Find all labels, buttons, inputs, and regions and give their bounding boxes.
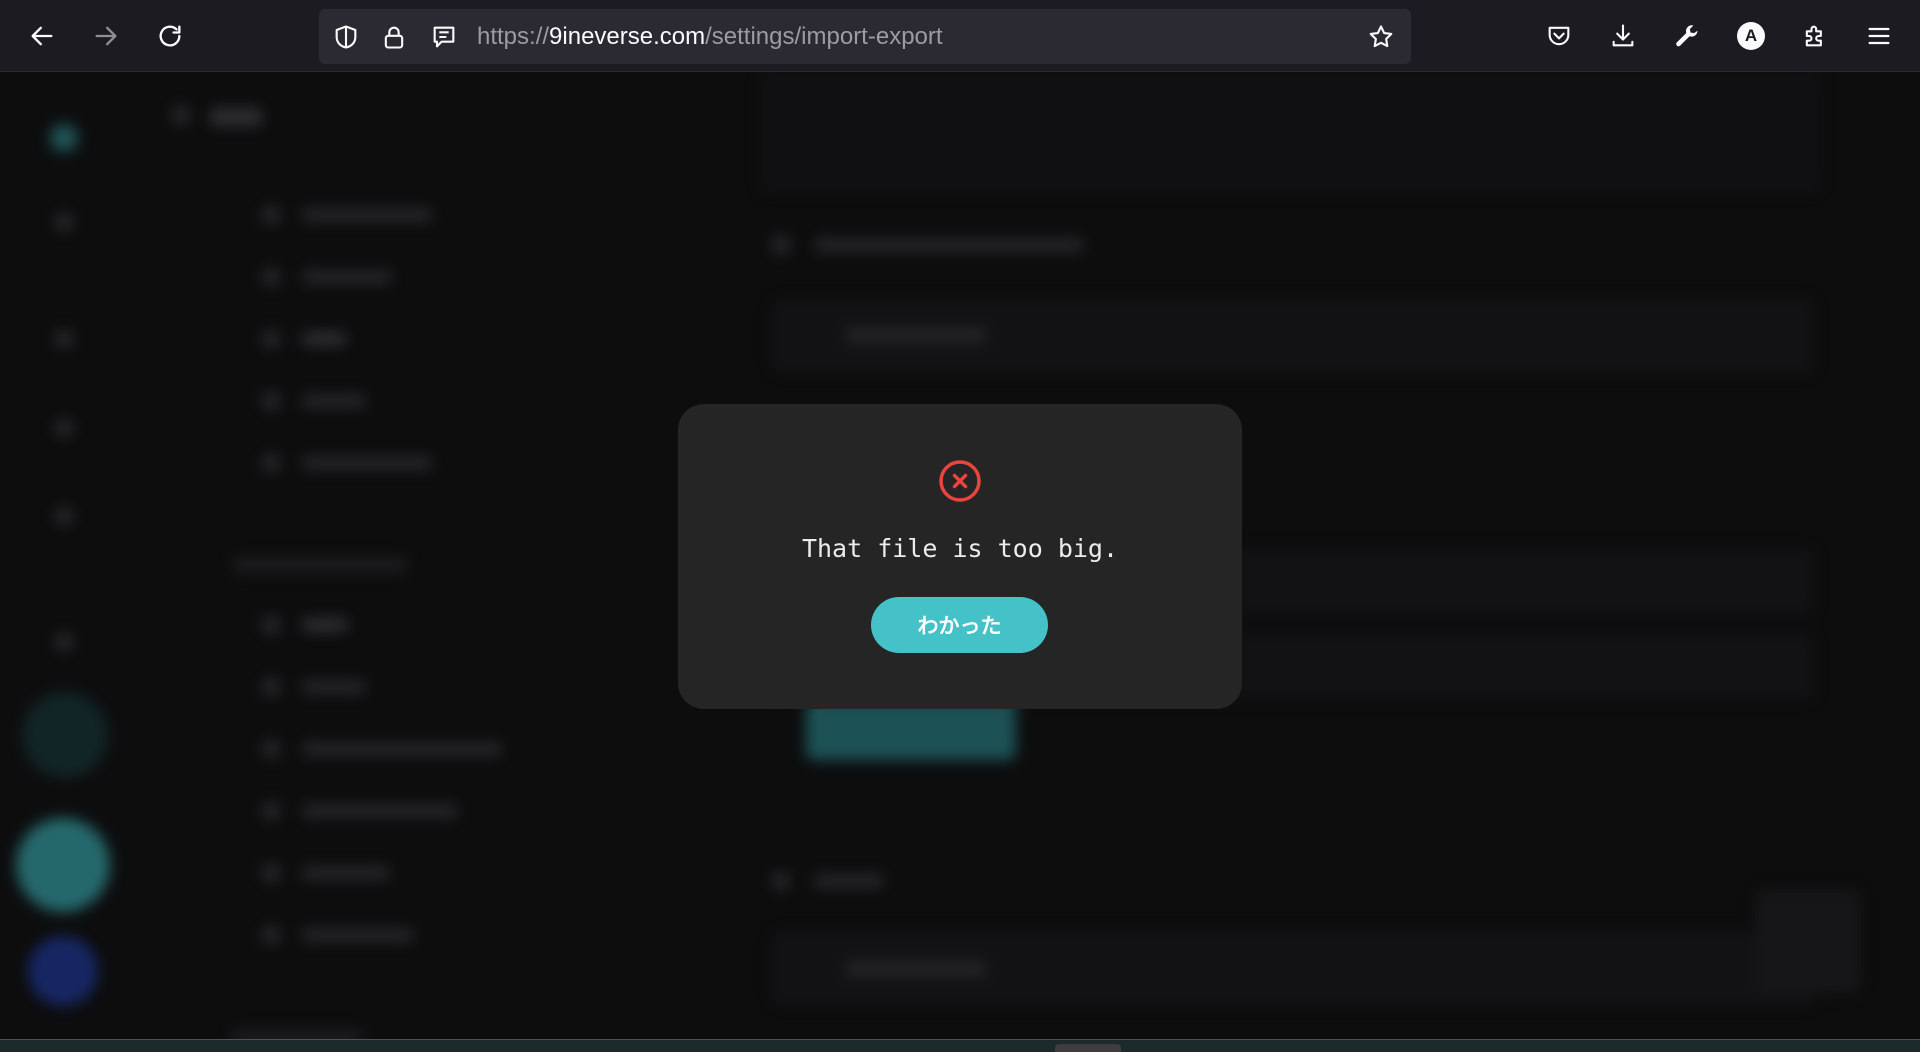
app-menu-button[interactable] — [1857, 14, 1901, 58]
downloads-button[interactable] — [1601, 14, 1645, 58]
arrow-right-icon — [95, 26, 117, 46]
rail-icon — [22, 692, 108, 778]
forward-button[interactable] — [84, 14, 128, 58]
error-circle-x-icon — [938, 459, 982, 503]
star-icon — [1369, 25, 1393, 48]
url-scheme: https:// — [477, 23, 550, 50]
browser-toolbar: https://9ineverse.com/settings/import-ex… — [0, 0, 1920, 72]
hamburger-menu-icon — [1868, 27, 1890, 45]
reload-icon — [159, 25, 181, 47]
devtools-button[interactable] — [1665, 14, 1709, 58]
error-dialog: That file is too big. わかった — [678, 404, 1242, 709]
back-button[interactable] — [20, 14, 64, 58]
rail-icon — [50, 124, 78, 152]
extensions-button[interactable] — [1793, 14, 1837, 58]
account-button[interactable]: A — [1729, 14, 1773, 58]
pocket-icon — [1548, 26, 1570, 46]
tracking-protection-button[interactable] — [331, 22, 361, 52]
wrench-icon — [1676, 25, 1698, 47]
rail-icon — [54, 329, 74, 349]
site-security-button[interactable] — [379, 22, 409, 52]
reload-button[interactable] — [148, 14, 192, 58]
rail-icon — [54, 506, 74, 526]
bottom-status-strip — [0, 1039, 1920, 1052]
reader-view-icon — [433, 26, 455, 48]
url-bar[interactable]: https://9ineverse.com/settings/import-ex… — [319, 9, 1411, 64]
reader-view-button[interactable] — [429, 22, 459, 52]
download-icon — [1612, 24, 1634, 47]
ok-button[interactable]: わかった — [871, 597, 1048, 653]
pocket-button[interactable] — [1537, 14, 1581, 58]
shield-icon — [335, 25, 357, 49]
url-host: 9ineverse.com — [549, 23, 706, 50]
compose-fab — [16, 818, 110, 912]
rail-icon — [54, 632, 74, 652]
url-path: /settings/import-export — [705, 23, 943, 50]
lock-icon — [384, 26, 404, 49]
bookmark-button[interactable] — [1366, 22, 1396, 52]
url-text[interactable]: https://9ineverse.com/settings/import-ex… — [477, 22, 943, 52]
arrow-left-icon — [31, 26, 53, 46]
rail-icon — [54, 212, 74, 232]
error-message: That file is too big. — [801, 534, 1119, 563]
puzzle-icon — [1805, 25, 1822, 47]
rail-icon — [54, 418, 74, 438]
account-avatar: A — [1737, 22, 1765, 50]
user-avatar — [28, 936, 98, 1006]
